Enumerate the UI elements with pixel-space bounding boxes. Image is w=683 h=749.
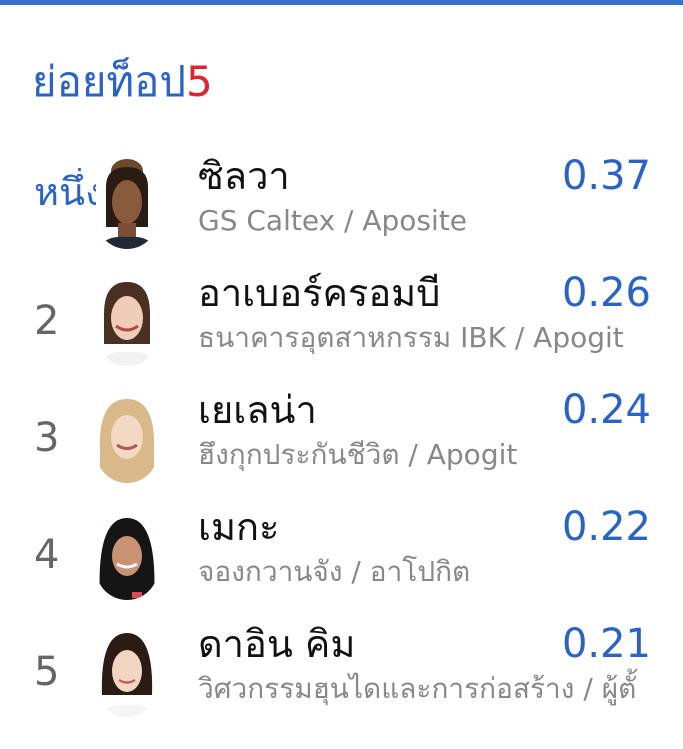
ranking-row[interactable]: หนึ่ง ซิลวา GS Caltex / Aposite 0.37	[0, 148, 683, 260]
player-avatar	[96, 157, 158, 249]
stat-value: 0.37	[561, 153, 651, 199]
rank-label: 3	[34, 415, 60, 461]
ranking-row[interactable]: 2 อาเบอร์ครอมบี ธนาคารอุตสาหกรรม IBK / A…	[0, 265, 683, 377]
ranking-row[interactable]: 5 ดาอิน คิม วิศวกรรมฮุนไดและการก่อสร้าง …	[0, 616, 683, 728]
stat-value: 0.26	[561, 270, 651, 316]
player-name: ซิลวา	[198, 154, 290, 198]
player-name: ดาอิน คิม	[198, 622, 356, 666]
ranking-row[interactable]: 3 เยเลน่า ฮึงกุกประกันชีวิต / Apogit 0.2…	[0, 382, 683, 494]
player-team: GS Caltex / Aposite	[198, 204, 468, 237]
title-text: ย่อยท็อป	[32, 57, 187, 106]
top-divider	[0, 0, 683, 5]
title-number: 5	[186, 57, 213, 106]
player-name: เมกะ	[198, 505, 280, 549]
stat-value: 0.21	[561, 621, 651, 667]
ranking-row[interactable]: 4 เมกะ จองกวานจัง / อาโปกิต 0.22	[0, 499, 683, 611]
player-avatar	[96, 508, 158, 600]
player-name: เยเลน่า	[198, 388, 317, 432]
player-avatar	[96, 391, 158, 483]
player-team: จองกวานจัง / อาโปกิต	[198, 555, 471, 588]
player-team: ฮึงกุกประกันชีวิต / Apogit	[198, 438, 518, 471]
stat-value: 0.24	[561, 387, 651, 433]
player-name: อาเบอร์ครอมบี	[198, 271, 441, 315]
page-title: ย่อยท็อป5	[32, 52, 213, 112]
player-avatar	[96, 625, 158, 717]
rank-label: 5	[34, 649, 60, 695]
player-avatar	[96, 274, 158, 366]
player-team: วิศวกรรมฮุนไดและการก่อสร้าง / ผู้ตั้	[198, 672, 637, 705]
player-team: ธนาคารอุตสาหกรรม IBK / Apogit	[198, 321, 624, 354]
rank-label: 2	[34, 298, 60, 344]
stat-value: 0.22	[561, 504, 651, 550]
rank-label: 4	[34, 532, 60, 578]
